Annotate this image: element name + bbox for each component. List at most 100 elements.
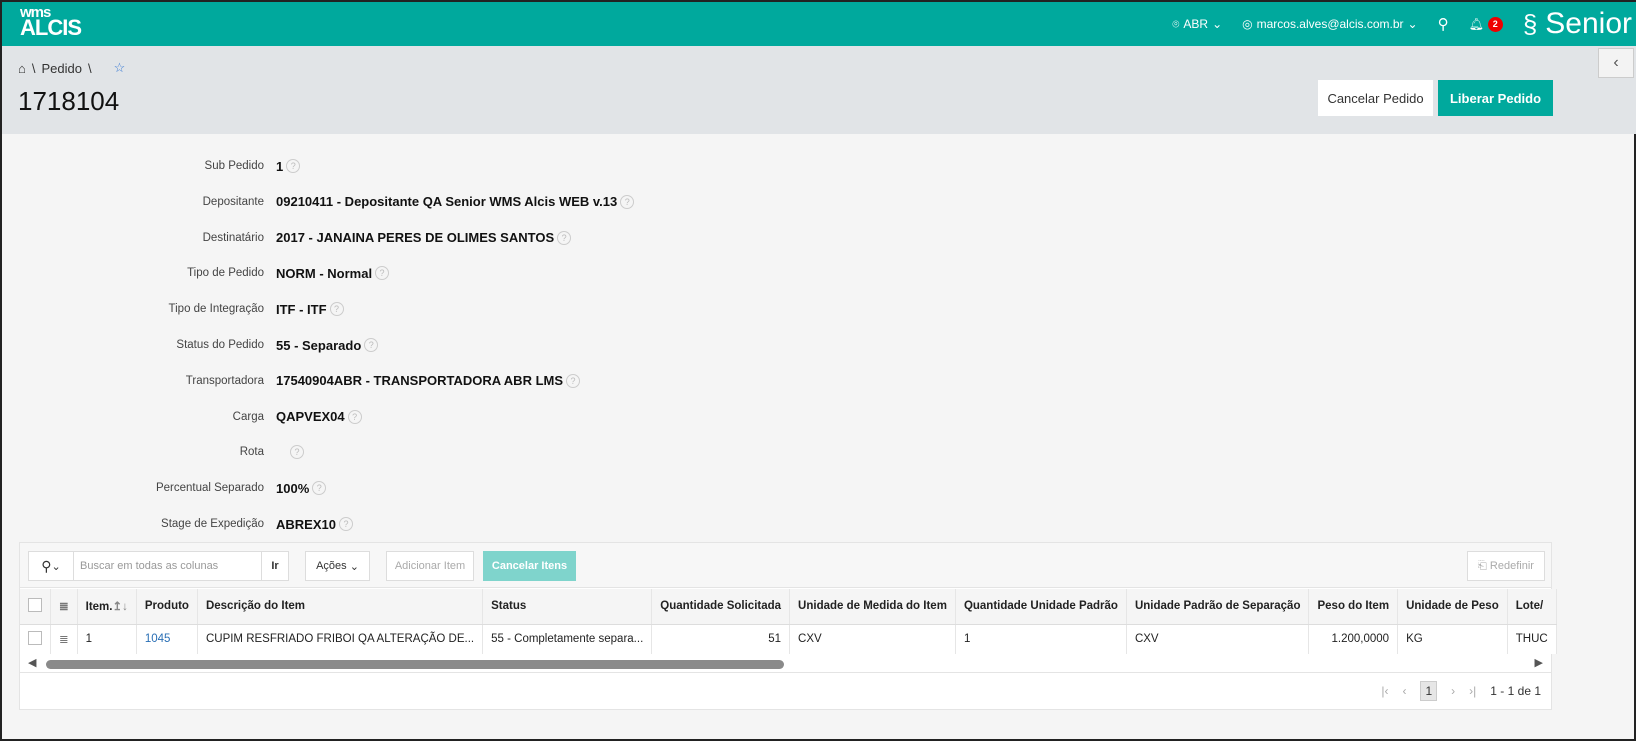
scrollbar-thumb[interactable] [46,660,784,669]
row-checkbox[interactable] [20,624,51,654]
wms-alcis-logo[interactable]: wms ALCIS [20,5,82,39]
actions-menu[interactable]: Ações ⌄ [305,551,370,581]
field-value: 100% [276,480,310,496]
help-icon[interactable]: ? [329,302,344,317]
breadcrumb-pedido[interactable]: Pedido [41,61,81,76]
search-column-selector[interactable]: ⚲ ⌄ [28,551,74,581]
table-cell: 51 [651,624,791,654]
column-header-label: Status [491,600,527,613]
reset-icon: ⎗ [1478,559,1487,572]
field-label: Percentual Separado [155,482,264,495]
help-icon[interactable]: ? [557,230,572,245]
table-cell: KG [1397,624,1508,654]
column-header-label: Peso do Item [1317,600,1390,613]
notifications-button[interactable]: 🔔︎ 2 [1469,16,1503,32]
help-icon[interactable]: ? [620,194,635,209]
column-header[interactable]: Quantidade Unidade Padrão [955,589,1127,625]
table-cell: 1 [955,624,1127,654]
form-row: Sub Pedido 1? [2,156,902,176]
field-label: Destinatário [202,231,264,244]
next-page-icon[interactable]: › [1451,684,1455,698]
column-header[interactable]: Peso do Item [1308,589,1399,625]
help-icon[interactable]: ? [566,373,581,388]
form-row: Depositante 09210411 - Depositante QA Sen… [2,192,902,212]
region-selector[interactable]: ⌾ ABR ⌄ [1172,17,1222,32]
form-row: Stage de Expedição ABREX10? [2,514,902,534]
column-header[interactable]: Item.↥↓ [77,589,137,625]
form-row: Carga QAPVEX04? [2,407,902,427]
cancel-order-button[interactable]: Cancelar Pedido [1318,80,1433,116]
form-row: Tipo de Pedido NORM - Normal? [2,263,902,283]
form-row: Rota? [2,442,902,462]
field-value: QAPVEX04 [276,409,345,425]
search-icon: ⚲ [41,557,52,574]
column-header[interactable]: Status [482,589,653,625]
field-label: Rota [239,446,264,459]
last-page-icon[interactable]: ›| [1469,684,1476,698]
release-order-button[interactable]: Liberar Pedido [1438,80,1553,116]
row-menu-header-icon[interactable]: ≣ [50,589,78,625]
form-row: Status do Pedido 55 - Separado? [2,335,902,355]
column-header[interactable]: Descrição do Item [197,589,484,625]
field-value: NORM - Normal [276,265,373,281]
search-icon[interactable]: ⚲ [1438,15,1449,33]
cancel-items-button[interactable]: Cancelar Itens [483,551,576,581]
help-icon[interactable]: ? [375,266,390,281]
help-icon[interactable]: ? [286,159,301,173]
column-header-label: Unidade de Peso [1406,600,1499,613]
scroll-right-icon[interactable]: ▶ [1535,656,1543,669]
collapse-panel-button[interactable]: ‹ [1598,48,1634,78]
chevron-left-icon: ‹ [1613,54,1619,71]
user-menu[interactable]: ◎ marcos.alves@alcis.com.br ⌄ [1242,17,1417,31]
column-header[interactable]: Unidade Padrão de Separação [1126,589,1310,625]
column-header[interactable]: Unidade de Medida do Item [789,589,956,625]
page-header: ⌂ \ Pedido \ ☆ 1718104 Cancelar Pedido Lib… [2,46,1636,134]
field-value: 55 - Separado [276,337,362,353]
column-header-label: Unidade de Medida do Item [798,600,947,613]
column-header[interactable]: Produto [136,589,198,625]
row-menu-icon[interactable]: ≣ [50,624,78,654]
separator: \ [87,60,92,76]
home-icon[interactable]: ⌂ [18,61,26,76]
select-all-checkbox[interactable] [20,589,51,625]
column-header[interactable]: Lote/ [1507,589,1557,625]
field-label: Tipo de Pedido [187,267,264,280]
star-icon[interactable]: ☆ [114,60,126,76]
add-item-button[interactable]: Adicionar Item [386,551,474,581]
column-header-label: Unidade Padrão de Separação [1134,600,1301,613]
reset-button[interactable]: ⎗ Redefinir [1467,551,1545,581]
prev-page-icon[interactable]: ‹ [1402,684,1406,698]
form-row: Transportadora 17540904ABR - TRANSPORTADO… [2,371,902,391]
field-value: ITF - ITF [276,301,327,317]
go-button[interactable]: Ir [261,551,289,581]
table-cell[interactable]: 1045 [136,624,198,654]
field-value: 1 [276,158,284,174]
help-icon[interactable]: ? [347,409,362,424]
form-row: Destinatário 2017 - JANAINA PERES DE OLIM… [2,228,902,248]
items-table: ≣ Item.↥↓ Produto Descrição do Item Status Qu… [20,589,1557,654]
search-input[interactable]: Buscar em todas as colunas [73,551,262,581]
field-label: Carga [232,410,264,423]
column-header[interactable]: Quantidade Solicitada [651,589,791,625]
table-cell: 1.200,0000 [1308,624,1399,654]
items-grid: ⚲ ⌄ Buscar em todas as colunas Ir Ações ⌄… [19,542,1557,710]
first-page-icon[interactable]: |‹ [1381,684,1388,698]
breadcrumb: ⌂ \ Pedido \ ☆ [18,60,125,76]
top-bar: wms ALCIS ⌾ ABR ⌄ ◎ marcos.alves@alcis.com.… [2,2,1636,46]
grid-toolbar: ⚲ ⌄ Buscar em todas as colunas Ir Ações ⌄… [20,543,1551,588]
sort-icon: ↥↓ [112,601,128,614]
scroll-left-icon[interactable]: ◀ [28,656,36,669]
table-row[interactable]: ≣ 1 1045 CUPIM RESFRIADO FRIBOI QA ALTERAÇÃ… [20,624,1557,654]
help-icon[interactable]: ? [312,481,327,496]
column-header[interactable]: Unidade de Peso [1397,589,1508,625]
help-icon[interactable]: ? [338,517,353,531]
horizontal-scrollbar[interactable]: ◀ ▶ [20,655,1551,673]
table-header-row: ≣ Item.↥↓ Produto Descrição do Item Status Qu… [20,589,1557,625]
table-cell: THUC [1507,624,1557,654]
field-value: 17540904ABR - TRANSPORTADORA ABR LMS [276,373,564,389]
help-icon[interactable]: ? [290,445,304,460]
reset-label: Redefinir [1489,560,1534,572]
help-icon[interactable]: ? [364,338,379,352]
current-page[interactable]: 1 [1420,681,1438,701]
column-header-label: Lote/ [1515,600,1544,613]
